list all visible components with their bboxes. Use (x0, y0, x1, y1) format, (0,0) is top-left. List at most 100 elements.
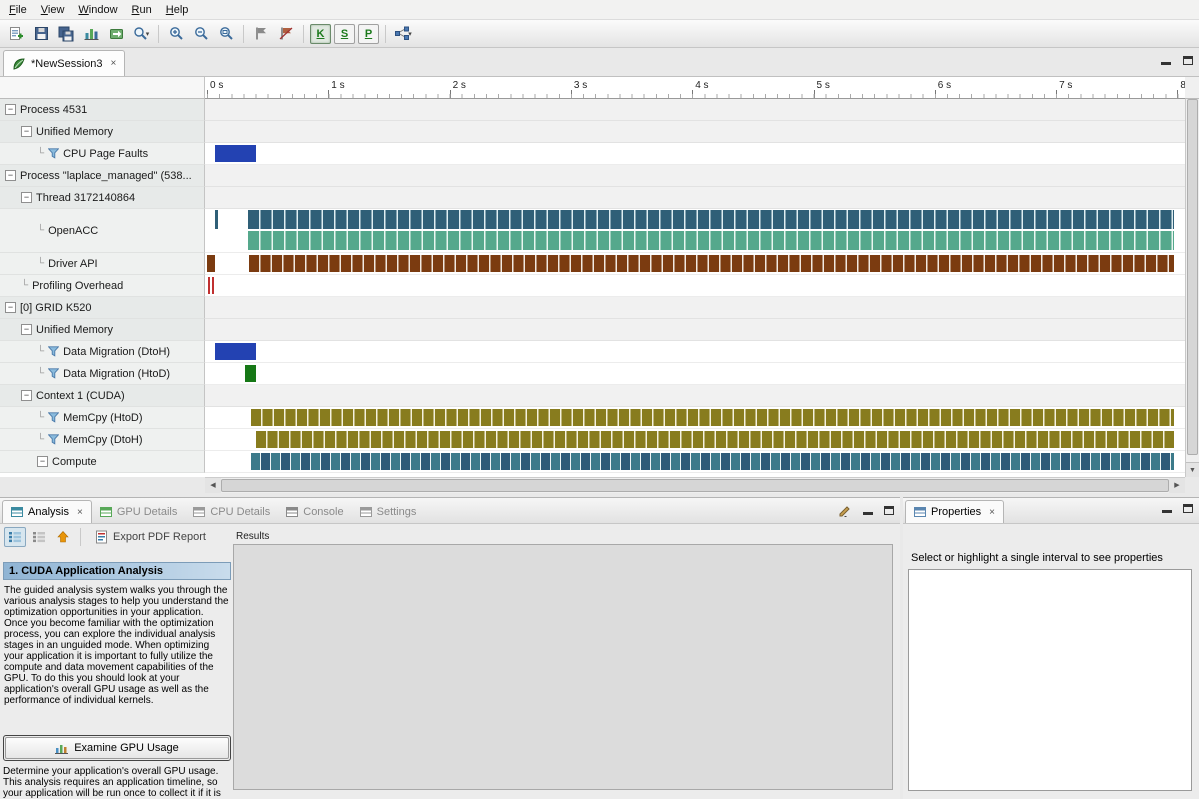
timeline-bar[interactable] (248, 210, 1174, 229)
row-label-cell[interactable]: └Data Migration (DtoH) (0, 341, 205, 363)
close-icon[interactable]: × (989, 507, 995, 518)
collapse-icon[interactable]: − (5, 170, 16, 181)
collapse-icon[interactable]: − (21, 126, 32, 137)
kernel-timeline-toggle[interactable]: K (310, 24, 331, 44)
minimize-icon[interactable] (1161, 62, 1171, 65)
timeline-bar[interactable] (215, 210, 218, 229)
marker-reset-button[interactable] (274, 23, 298, 45)
timeline-track[interactable] (205, 451, 1185, 473)
profile-application-button[interactable] (79, 23, 103, 45)
tab-gpu-details[interactable]: GPU Details (92, 500, 186, 523)
timeline-track[interactable] (205, 165, 1185, 187)
row-label-cell[interactable]: └Profiling Overhead (0, 275, 205, 297)
timeline-track[interactable] (205, 297, 1185, 319)
save-button[interactable] (29, 23, 53, 45)
maximize-icon[interactable] (1183, 504, 1193, 513)
horizontal-scrollbar-thumb[interactable] (221, 479, 1169, 492)
pc-sampling-toggle[interactable]: P (358, 24, 379, 44)
row-label-cell[interactable]: −Process "laplace_managed" (538... (0, 165, 205, 187)
export-pdf-report-button[interactable]: Export PDF Report (95, 530, 206, 544)
timeline-ruler[interactable]: 0 s1 s2 s3 s4 s5 s6 s7 s8 s (205, 77, 1185, 99)
timeline-bar[interactable] (251, 409, 1174, 426)
timeline-bar[interactable] (212, 277, 214, 294)
menu-help[interactable]: Help (159, 2, 196, 18)
back-to-parent-button[interactable] (52, 527, 74, 547)
save-all-button[interactable] (54, 23, 78, 45)
timeline-bar[interactable] (208, 277, 210, 294)
menu-view[interactable]: View (34, 2, 72, 18)
timeline-track[interactable] (205, 319, 1185, 341)
row-label-cell[interactable]: −Unified Memory (0, 319, 205, 341)
maximize-icon[interactable] (884, 506, 894, 515)
row-label-cell[interactable]: └Data Migration (HtoD) (0, 363, 205, 385)
timeline-bar[interactable] (215, 343, 256, 360)
zoom-in-button[interactable] (164, 23, 188, 45)
timeline-bar[interactable] (249, 255, 1174, 272)
tab-settings[interactable]: Settings (352, 500, 425, 523)
row-label-cell[interactable]: └MemCpy (HtoD) (0, 407, 205, 429)
timeline-track[interactable] (205, 385, 1185, 407)
timeline-track[interactable] (205, 275, 1185, 297)
timeline-track[interactable] (205, 429, 1185, 451)
menu-run[interactable]: Run (125, 2, 159, 18)
row-label-cell[interactable]: −Process 4531 (0, 99, 205, 121)
tab-cpu-details[interactable]: CPU Details (185, 500, 278, 523)
scroll-left-arrow-icon[interactable]: ◀ (205, 478, 221, 493)
timeline-track[interactable] (205, 187, 1185, 209)
timeline-bar[interactable] (245, 365, 256, 382)
unguided-analysis-toggle[interactable] (28, 527, 50, 547)
examine-gpu-usage-button[interactable]: Examine GPU Usage (5, 737, 229, 759)
guided-analysis-toggle[interactable] (4, 527, 26, 547)
close-icon[interactable]: × (111, 58, 117, 69)
row-label-cell[interactable]: −[0] GRID K520 (0, 297, 205, 319)
maximize-icon[interactable] (1183, 56, 1193, 65)
tab-analysis[interactable]: Analysis× (2, 500, 92, 523)
timeline-bar[interactable] (207, 255, 215, 272)
collapse-icon[interactable]: − (5, 104, 16, 115)
row-label-cell[interactable]: └OpenACC (0, 209, 205, 253)
timeline-track[interactable] (205, 341, 1185, 363)
zoom-tools-dropdown[interactable]: ▾ (129, 23, 153, 45)
row-label-cell[interactable]: └CPU Page Faults (0, 143, 205, 165)
scroll-down-arrow-icon[interactable]: ▼ (1186, 462, 1199, 477)
minimize-icon[interactable] (1162, 510, 1172, 513)
row-label-cell[interactable]: −Compute (0, 451, 205, 473)
row-label-cell[interactable]: −Thread 3172140864 (0, 187, 205, 209)
import-button[interactable] (104, 23, 128, 45)
timeline-vertical-scrollbar[interactable]: ▼ (1185, 99, 1199, 477)
source-view-toggle[interactable]: S (334, 24, 355, 44)
marker-forward-button[interactable] (249, 23, 273, 45)
collapse-icon[interactable]: − (37, 456, 48, 467)
row-label-cell[interactable]: −Unified Memory (0, 121, 205, 143)
new-session-button[interactable] (4, 23, 28, 45)
timeline-horizontal-scrollbar[interactable]: ◀ ▶ (205, 477, 1185, 493)
timeline-track[interactable] (205, 253, 1185, 275)
close-icon[interactable]: × (77, 507, 83, 518)
collapse-icon[interactable]: − (21, 390, 32, 401)
timeline-track[interactable] (205, 209, 1185, 253)
timeline-track[interactable] (205, 143, 1185, 165)
timeline-track[interactable] (205, 99, 1185, 121)
vertical-scrollbar-thumb[interactable] (1187, 99, 1198, 455)
tab-console[interactable]: Console (278, 500, 351, 523)
timeline-track[interactable] (205, 121, 1185, 143)
collapse-icon[interactable]: − (21, 192, 32, 203)
timeline-bar[interactable] (248, 231, 1174, 250)
scroll-right-arrow-icon[interactable]: ▶ (1169, 478, 1185, 493)
tab-properties[interactable]: Properties × (905, 500, 1004, 523)
row-label-cell[interactable]: −Context 1 (CUDA) (0, 385, 205, 407)
timeline-bar[interactable] (256, 431, 1174, 448)
row-label-cell[interactable]: └Driver API (0, 253, 205, 275)
minimize-icon[interactable] (863, 512, 873, 515)
menu-file[interactable]: File (2, 2, 34, 18)
collapse-icon[interactable]: − (5, 302, 16, 313)
timeline-bar[interactable] (251, 453, 1174, 470)
timeline-bar[interactable] (215, 145, 256, 162)
collapse-icon[interactable]: − (21, 324, 32, 335)
zoom-fit-button[interactable] (214, 23, 238, 45)
row-label-cell[interactable]: └MemCpy (DtoH) (0, 429, 205, 451)
timeline-track[interactable] (205, 363, 1185, 385)
tab-session[interactable]: *NewSession3 × (3, 50, 125, 76)
zoom-out-button[interactable] (189, 23, 213, 45)
view-menu-icon[interactable] (838, 504, 852, 517)
